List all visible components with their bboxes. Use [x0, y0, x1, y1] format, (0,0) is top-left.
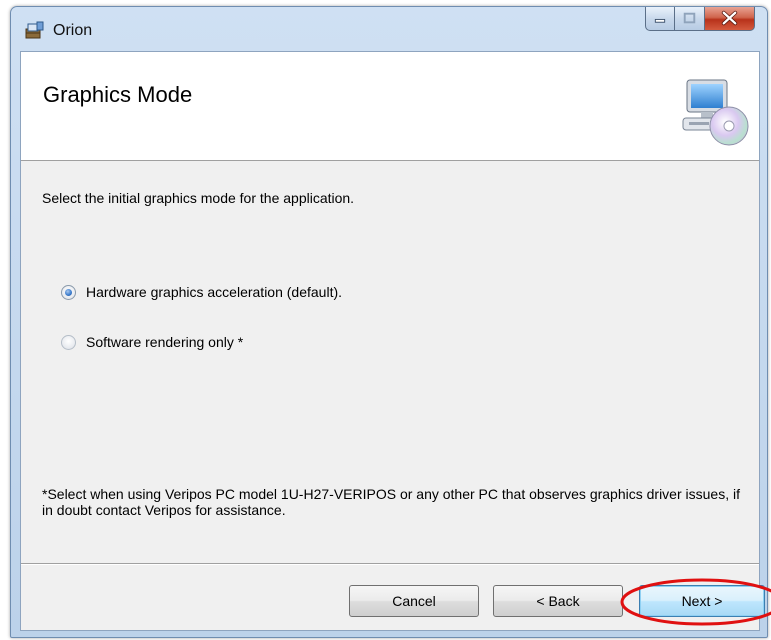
option-hardware-acceleration[interactable]: Hardware graphics acceleration (default)… — [61, 284, 342, 300]
dialog-client-area: Graphics Mode Select the initial graphic… — [20, 51, 771, 631]
option-software-rendering[interactable]: Software rendering only * — [61, 334, 243, 350]
window-title: Orion — [53, 22, 93, 39]
computer-with-cd-icon — [682, 79, 749, 146]
radio-hardware-selected[interactable] — [61, 284, 76, 300]
minimize-icon — [654, 18, 666, 23]
back-button[interactable]: < Back — [493, 585, 623, 617]
minimize-button[interactable] — [645, 7, 675, 31]
header-banner: Graphics Mode — [21, 52, 759, 161]
installer-window: Orion Graphics Mode Select the initial g… — [10, 6, 771, 638]
option-hardware-label: Hardware graphics acceleration (default)… — [86, 284, 343, 300]
installer-package-icon — [25, 21, 44, 39]
title-bar[interactable]: Orion — [11, 7, 767, 51]
radio-software-unselected[interactable] — [61, 334, 76, 350]
instruction-text: Select the initial graphics mode for the… — [42, 190, 355, 206]
cancel-button[interactable]: Cancel — [349, 585, 479, 617]
close-icon — [721, 10, 738, 26]
footer-divider — [21, 563, 759, 565]
next-button[interactable]: Next > — [639, 585, 765, 617]
close-button[interactable] — [705, 7, 755, 31]
page-title: Graphics Mode — [43, 82, 193, 107]
maximize-icon — [683, 12, 696, 24]
footnote-text: *Select when using Veripos PC model 1U-H… — [42, 486, 740, 518]
caption-buttons — [645, 7, 755, 33]
maximize-button[interactable] — [675, 7, 705, 31]
option-software-label: Software rendering only * — [86, 334, 244, 350]
